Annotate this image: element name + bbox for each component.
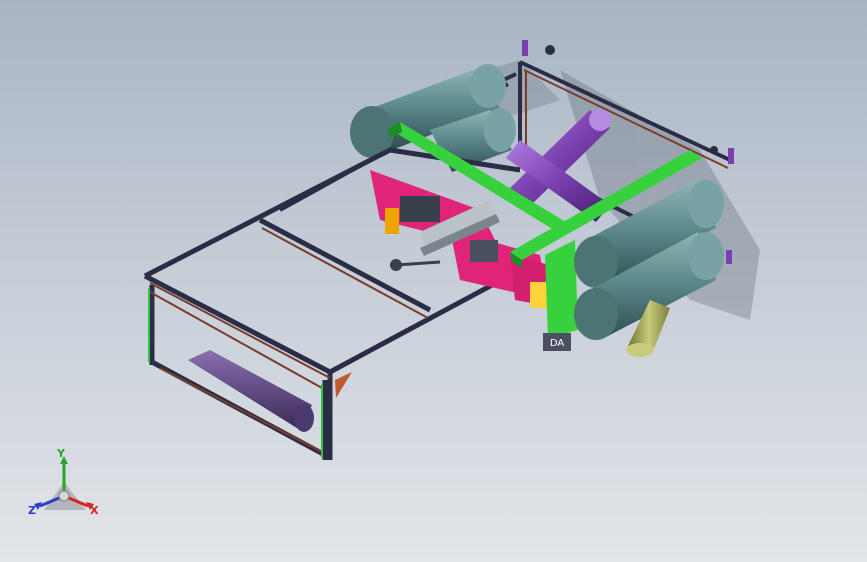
cad-viewport[interactable]: DA Y X Z [0, 0, 867, 562]
cad-model[interactable]: DA [0, 0, 867, 562]
axis-z-label: Z [28, 504, 36, 517]
part-label: DA [550, 338, 565, 349]
main-frame [143, 147, 522, 460]
rust-corner-plate [335, 372, 352, 398]
green-side-plate [545, 240, 578, 338]
orientation-triad[interactable]: Y X Z [24, 448, 108, 524]
axis-y-label: Y [57, 447, 65, 460]
axis-x-label: X [90, 504, 99, 517]
